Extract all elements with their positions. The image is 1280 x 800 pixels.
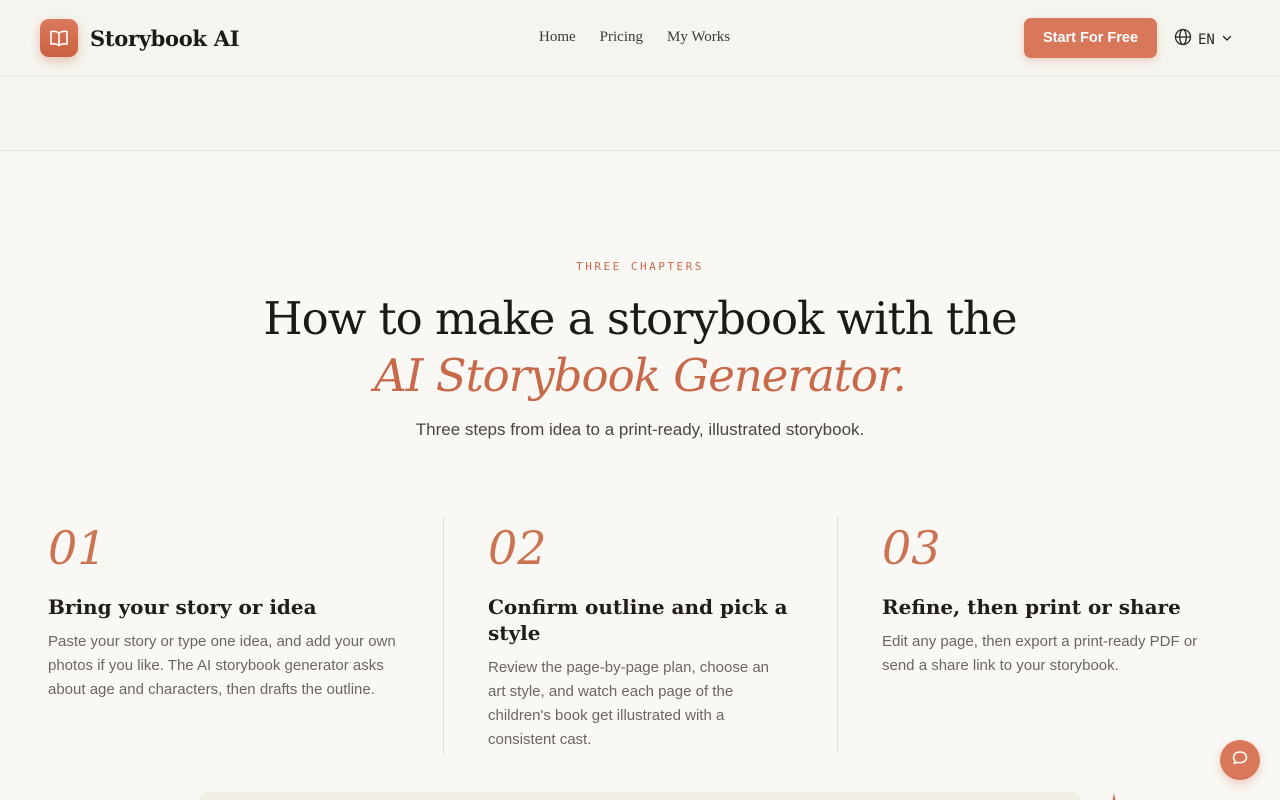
chevron-down-icon — [1221, 31, 1233, 49]
main-nav: Home Pricing My Works — [539, 29, 730, 46]
brand-logo[interactable]: Storybook AI — [40, 19, 240, 57]
start-for-free-button[interactable]: Start For Free — [1024, 18, 1157, 58]
header-band — [0, 76, 1280, 151]
step-title: Bring your story or idea — [48, 595, 317, 619]
open-book-icon — [40, 19, 78, 57]
section-eyebrow: THREE CHAPTERS — [576, 260, 704, 273]
language-code: EN — [1198, 31, 1215, 48]
step-card-1: 01 Bring your story or idea Paste your s… — [48, 520, 403, 702]
next-section-edge — [200, 792, 1080, 800]
step-divider — [443, 516, 444, 754]
step-number: 01 — [48, 521, 107, 575]
chat-bubble-icon — [1231, 749, 1249, 772]
top-header: Storybook AI Home Pricing My Works Start… — [0, 0, 1280, 76]
nav-pricing[interactable]: Pricing — [600, 29, 643, 46]
step-divider — [837, 516, 838, 754]
step-description: Review the page-by-page plan, choose an … — [488, 659, 770, 748]
step-title: Refine, then print or share — [882, 595, 1181, 619]
section-title: How to make a storybook with the AI Stor… — [240, 290, 1040, 404]
step-card-3: 03 Refine, then print or share Edit any … — [882, 520, 1222, 678]
section-subtitle: Three steps from idea to a print-ready, … — [415, 420, 865, 439]
step-number: 03 — [882, 521, 941, 575]
nav-home[interactable]: Home — [539, 29, 576, 46]
sparkle-icon — [1107, 790, 1121, 800]
chat-button[interactable] — [1220, 740, 1260, 780]
step-title: Confirm outline and pick a style — [488, 595, 788, 645]
title-accent: AI Storybook Generator. — [374, 349, 907, 402]
step-card-2: 02 Confirm outline and pick a style Revi… — [488, 520, 788, 752]
step-description: Paste your story or type one idea, and a… — [48, 633, 396, 698]
language-selector[interactable]: EN — [1174, 28, 1233, 51]
globe-icon — [1174, 28, 1192, 51]
brand-name: Storybook AI — [90, 25, 240, 51]
step-description: Edit any page, then export a print-ready… — [882, 633, 1198, 674]
title-plain: How to make a storybook with the — [263, 292, 1017, 345]
nav-my-works[interactable]: My Works — [667, 29, 730, 46]
step-number: 02 — [488, 521, 547, 575]
